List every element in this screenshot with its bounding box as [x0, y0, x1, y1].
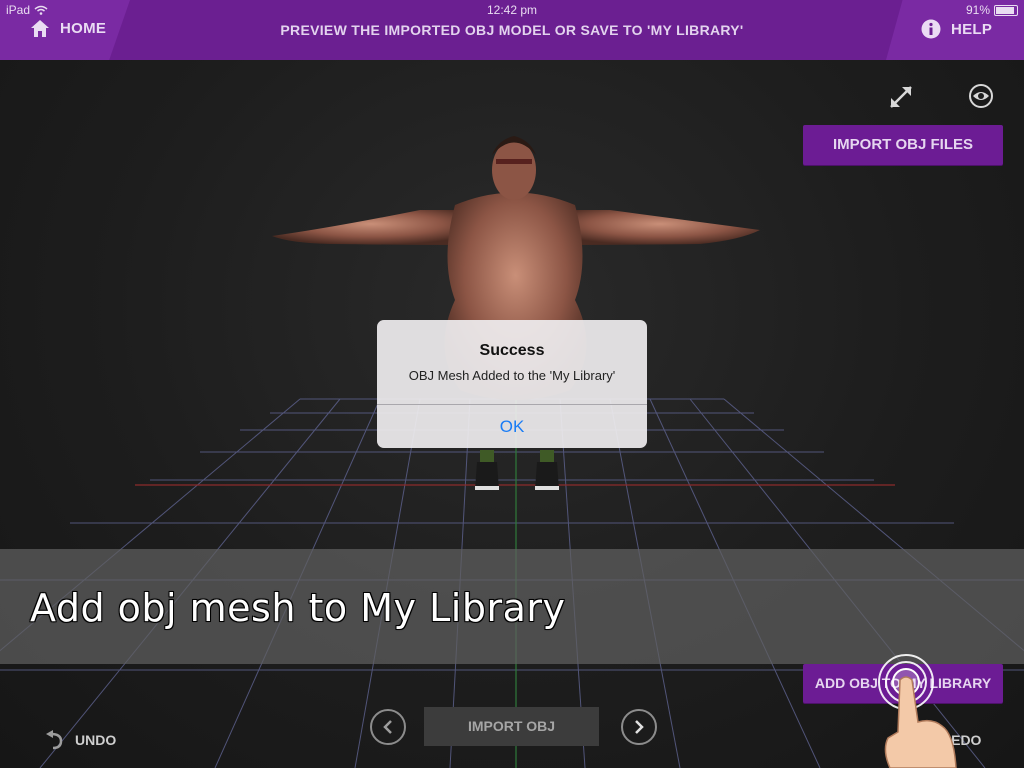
- status-right: 91%: [966, 3, 1018, 17]
- chevron-right-icon: [635, 720, 644, 734]
- info-icon: [921, 19, 941, 39]
- tap-hand-icon: [878, 654, 957, 768]
- next-button[interactable]: [621, 709, 657, 745]
- help-label: HELP: [951, 20, 993, 38]
- status-bar: iPad 12:42 pm 91%: [0, 0, 1024, 20]
- chevron-left-icon: [383, 720, 392, 734]
- status-time: 12:42 pm: [486, 3, 538, 17]
- undo-icon: [46, 730, 63, 750]
- undo-button[interactable]: UNDO: [45, 730, 116, 750]
- alert-ok-button[interactable]: OK: [377, 405, 647, 448]
- import-obj-files-button[interactable]: IMPORT OBJ FILES: [803, 125, 1003, 165]
- battery-icon: [994, 4, 1018, 16]
- battery-percent: 91%: [965, 3, 990, 17]
- prev-button[interactable]: [370, 709, 406, 745]
- top-nav-bar: iPad 12:42 pm 91% HOME PREVIEW THE IMPOR…: [0, 0, 1024, 60]
- eye-icon[interactable]: [968, 84, 994, 108]
- alert-message: OBJ Mesh Added to the 'My Library': [408, 368, 616, 383]
- success-alert: Success OBJ Mesh Added to the 'My Librar…: [377, 320, 647, 448]
- alert-title: Success: [479, 342, 545, 359]
- fullscreen-icon[interactable]: [888, 84, 914, 110]
- import-obj-button[interactable]: IMPORT OBJ: [424, 707, 599, 746]
- tutorial-caption: Add obj mesh to My Library: [29, 585, 566, 631]
- page-title: PREVIEW THE IMPORTED OBJ MODEL OR SAVE T…: [280, 22, 744, 38]
- help-button[interactable]: HELP: [921, 19, 992, 39]
- undo-label: UNDO: [75, 732, 117, 748]
